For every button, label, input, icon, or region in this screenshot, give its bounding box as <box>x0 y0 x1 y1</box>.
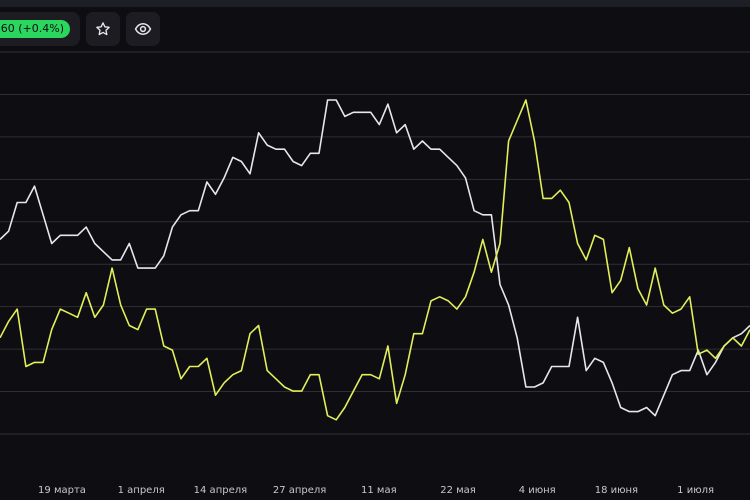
x-tick-label: 1 апреля <box>118 485 165 496</box>
x-tick-label: 4 июня <box>519 485 556 496</box>
x-tick-label: 22 мая <box>440 485 476 496</box>
x-tick-label: 18 июня <box>595 485 638 496</box>
x-tick-label: 1 июля <box>677 485 714 496</box>
chart-series <box>0 99 750 421</box>
x-axis-ticks: 19 марта 1 апреля 14 апреля 27 апреля 11 мая… <box>38 485 714 496</box>
x-tick-label: 27 апреля <box>273 485 326 496</box>
x-tick-label: 11 мая <box>361 485 397 496</box>
series-line-0 <box>0 99 750 417</box>
price-chart[interactable]: 19 марта 1 апреля 14 апреля 27 апреля 11 мая… <box>0 0 750 500</box>
x-tick-label: 14 апреля <box>194 485 247 496</box>
x-tick-label: 19 марта <box>38 485 86 496</box>
